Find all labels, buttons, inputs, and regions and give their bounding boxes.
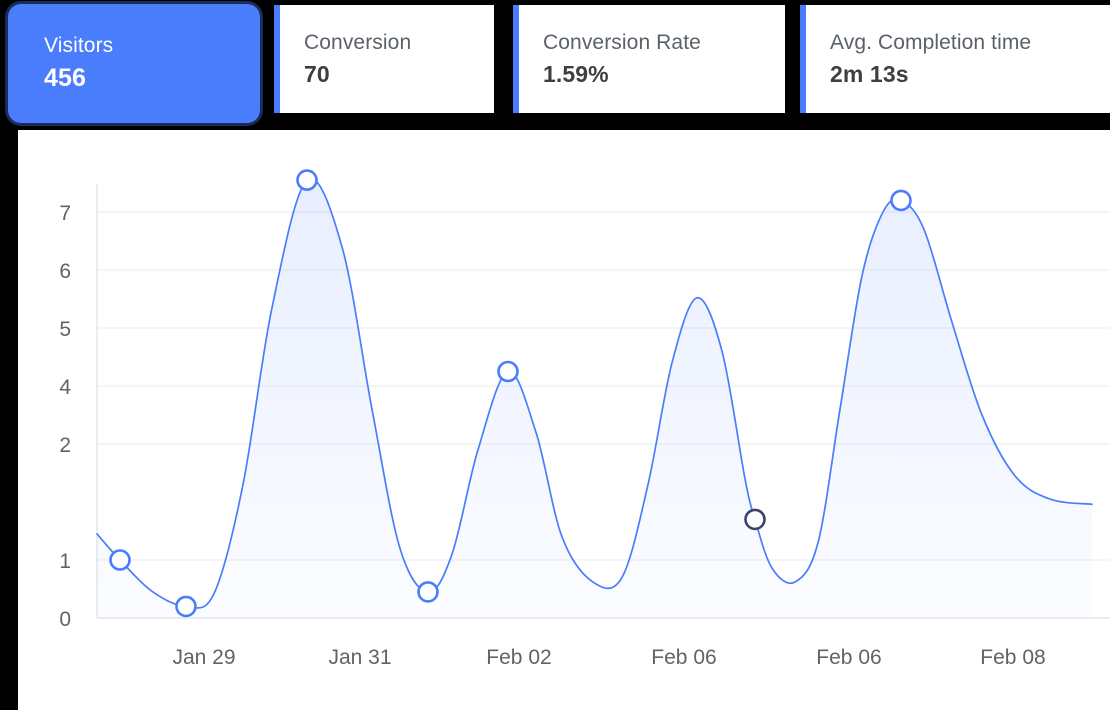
y-axis-tick-label: 7 [59, 202, 71, 225]
y-axis-tick-label: 6 [59, 260, 71, 283]
kpi-card-conversion-rate[interactable]: Conversion Rate 1.59% [513, 5, 785, 113]
kpi-label: Avg. Completion time [830, 30, 1032, 54]
kpi-card-avg-completion-time[interactable]: Avg. Completion time 2m 13s [800, 5, 1110, 113]
area-chart[interactable]: 7 6 5 4 2 1 0 Jan 29 Jan 31 Feb 02 Feb 06 Feb 06 Fe… [18, 130, 1110, 710]
chart-area-fill [97, 178, 1092, 619]
chart-point-marker-2[interactable] [296, 169, 318, 191]
kpi-value: 1.59% [543, 60, 609, 87]
chart-canvas: 7 6 5 4 2 1 0 Jan 29 Jan 31 Feb 02 Feb 06 Feb 06 Fe… [18, 130, 1110, 710]
y-axis-tick-label: 2 [59, 434, 71, 457]
chart-point-marker-4[interactable] [497, 360, 519, 383]
kpi-value: 2m 13s [830, 60, 909, 87]
chart-x-axis-labels: Jan 29 Jan 31 Feb 02 Feb 06 Feb 06 Feb 08 [172, 646, 1045, 669]
kpi-label: Conversion [304, 30, 412, 54]
y-axis-tick-label: 1 [59, 550, 71, 573]
chart-point-marker-5[interactable] [744, 508, 766, 531]
x-axis-tick-label: Jan 29 [172, 646, 235, 669]
card-accent-bar [800, 5, 806, 113]
x-axis-tick-label: Feb 02 [486, 646, 551, 669]
x-axis-tick-label: Jan 31 [328, 646, 391, 669]
x-axis-tick-label: Feb 06 [651, 646, 716, 669]
kpi-label: Conversion Rate [543, 30, 701, 54]
card-accent-bar [513, 5, 519, 113]
card-accent-bar [274, 5, 280, 113]
y-axis-tick-label: 0 [59, 608, 71, 631]
x-axis-tick-label: Feb 06 [816, 646, 881, 669]
y-axis-tick-label: 5 [59, 318, 71, 341]
chart-point-marker-0[interactable] [109, 549, 131, 571]
chart-point-marker-3[interactable] [417, 581, 439, 603]
kpi-value: 70 [304, 60, 330, 87]
kpi-card-conversion[interactable]: Conversion 70 [274, 5, 494, 113]
chart-y-axis-labels: 7 6 5 4 2 1 0 [59, 202, 71, 631]
chart-point-marker-1[interactable] [175, 595, 197, 618]
visitors-chart-panel: 7 6 5 4 2 1 0 Jan 29 Jan 31 Feb 02 Feb 06 Feb 06 Fe… [18, 130, 1110, 710]
x-axis-tick-label: Feb 08 [980, 646, 1045, 669]
kpi-value: 456 [44, 64, 87, 92]
chart-point-marker-6[interactable] [890, 189, 912, 212]
kpi-card-strip: Visitors 456 Conversion 70 Conversion Ra… [0, 0, 1110, 123]
y-axis-tick-label: 4 [59, 376, 71, 399]
kpi-card-visitors[interactable]: Visitors 456 [8, 4, 260, 123]
app-root: Visitors 456 Conversion 70 Conversion Ra… [0, 0, 1110, 710]
kpi-label: Visitors [44, 33, 114, 57]
